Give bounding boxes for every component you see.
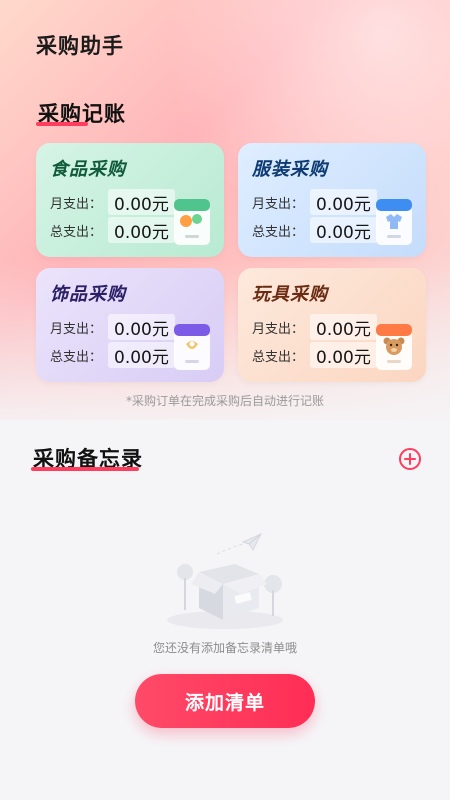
clothes-purchase-card[interactable]: 服装采购 月支出： 0.00元 总支出： 0.00元 [238, 143, 426, 257]
total-expense-box: 0.00元 [310, 342, 377, 368]
total-expense-row: 总支出： 0.00元 [50, 342, 175, 368]
monthly-expense-row: 月支出： 0.00元 [50, 189, 175, 215]
total-expense-row: 总支出： 0.00元 [252, 342, 377, 368]
accessory-purchase-card[interactable]: 饰品采购 月支出： 0.00元 总支出： 0.00元 [36, 268, 224, 382]
total-expense-label: 总支出： [50, 349, 103, 365]
empty-box-illustration [167, 532, 283, 629]
app-title: 采购助手 [36, 34, 124, 58]
card-title: 饰品采购 [50, 284, 126, 305]
total-expense-box: 0.00元 [108, 342, 175, 368]
card-title: 服装采购 [252, 159, 328, 180]
monthly-expense-label: 月支出： [50, 196, 103, 212]
monthly-expense-box: 0.00元 [108, 189, 175, 215]
total-expense-value: 0.00元 [114, 222, 169, 243]
total-expense-value: 0.00元 [316, 222, 371, 243]
monthly-expense-value: 0.00元 [316, 194, 371, 215]
auto-ledger-note: *采购订单在完成采购后自动进行记账 [125, 394, 324, 408]
monthly-expense-row: 月支出： 0.00元 [252, 314, 377, 340]
total-expense-label: 总支出： [252, 224, 305, 240]
food-bag-icon [174, 199, 210, 245]
accessory-bag-icon [174, 324, 210, 370]
monthly-expense-label: 月支出： [252, 196, 305, 212]
food-purchase-card[interactable]: 食品采购 月支出： 0.00元 总支出： 0.00元 [36, 143, 224, 257]
total-expense-value: 0.00元 [316, 347, 371, 368]
card-title: 食品采购 [50, 159, 126, 180]
total-expense-value: 0.00元 [114, 347, 169, 368]
total-expense-box: 0.00元 [108, 217, 175, 243]
total-expense-box: 0.00元 [310, 217, 377, 243]
total-expense-row: 总支出： 0.00元 [252, 217, 377, 243]
monthly-expense-value: 0.00元 [114, 319, 169, 340]
card-title: 玩具采购 [252, 284, 328, 305]
toy-bag-icon [376, 324, 412, 370]
total-expense-row: 总支出： 0.00元 [50, 217, 175, 243]
plus-circle-icon[interactable] [398, 447, 422, 471]
monthly-expense-box: 0.00元 [108, 314, 175, 340]
monthly-expense-value: 0.00元 [316, 319, 371, 340]
total-expense-label: 总支出： [50, 224, 103, 240]
monthly-expense-row: 月支出： 0.00元 [252, 189, 377, 215]
empty-memo-text: 您还没有添加备忘录清单哦 [152, 641, 297, 655]
monthly-expense-label: 月支出： [50, 321, 103, 337]
clothes-bag-icon [376, 199, 412, 245]
monthly-expense-value: 0.00元 [114, 194, 169, 215]
total-expense-label: 总支出： [252, 349, 305, 365]
monthly-expense-box: 0.00元 [310, 189, 377, 215]
ledger-title-underline [36, 122, 88, 126]
memo-title-underline [31, 467, 139, 471]
monthly-expense-label: 月支出： [252, 321, 305, 337]
monthly-expense-box: 0.00元 [310, 314, 377, 340]
add-list-button[interactable]: 添加清单 [135, 674, 315, 728]
toy-purchase-card[interactable]: 玩具采购 月支出： 0.00元 总支出： 0.00元 [238, 268, 426, 382]
monthly-expense-row: 月支出： 0.00元 [50, 314, 175, 340]
